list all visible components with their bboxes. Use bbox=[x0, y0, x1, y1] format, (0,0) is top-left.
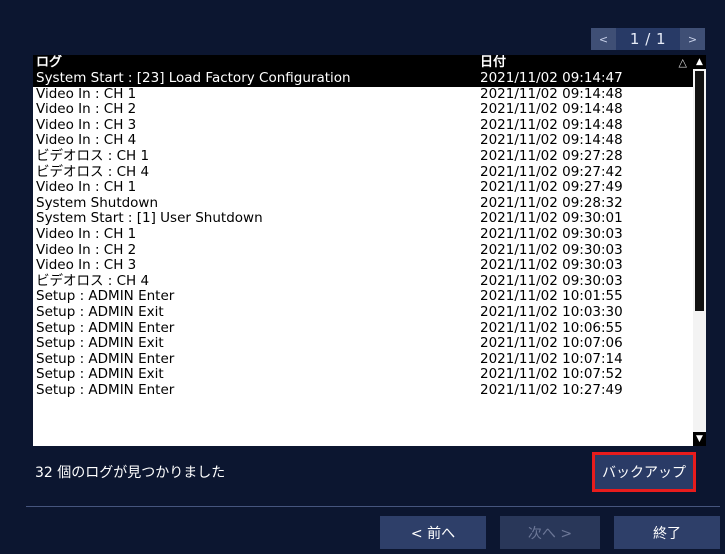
log-event-cell: Video In : CH 1 bbox=[36, 179, 137, 196]
log-date-cell: 2021/11/02 09:30:03 bbox=[480, 225, 623, 242]
log-event-cell: System Start : [1] User Shutdown bbox=[36, 210, 263, 227]
log-event-cell: Setup : ADMIN Exit bbox=[36, 366, 164, 383]
table-row[interactable]: Video In : CH 1 2021/11/02 09:14:48 bbox=[33, 85, 693, 103]
scrollbar[interactable]: ▲ ▼ bbox=[693, 55, 706, 446]
scroll-up-icon[interactable]: ▲ bbox=[693, 55, 706, 69]
log-count-text: 32 個のログが見つかりました bbox=[35, 465, 226, 481]
log-date-cell: 2021/11/02 10:07:06 bbox=[480, 335, 623, 352]
table-row[interactable]: ビデオロス : CH 4 2021/11/02 09:30:03 bbox=[33, 272, 693, 290]
log-table: ログ 日付 △ System Start : [23] Load Factory… bbox=[33, 55, 706, 446]
log-event-cell: System Shutdown bbox=[36, 194, 159, 211]
scrollbar-thumb[interactable] bbox=[695, 71, 704, 311]
table-row[interactable]: ビデオロス : CH 4 2021/11/02 09:27:42 bbox=[33, 163, 693, 181]
table-row[interactable]: Video In : CH 1 2021/11/02 09:30:03 bbox=[33, 225, 693, 243]
log-event-cell: Video In : CH 1 bbox=[36, 225, 137, 242]
log-event-cell: Setup : ADMIN Enter bbox=[36, 381, 175, 398]
log-rows: System Start : [23] Load Factory Configu… bbox=[33, 70, 693, 399]
table-row[interactable]: Video In : CH 4 2021/11/02 09:14:48 bbox=[33, 133, 693, 149]
table-row[interactable]: Setup : ADMIN Enter 2021/11/02 10:01:55 bbox=[33, 289, 693, 305]
page-navigator: < 1 / 1 > bbox=[591, 28, 705, 50]
divider bbox=[26, 506, 720, 507]
table-row[interactable]: Setup : ADMIN Exit 2021/11/02 10:03:30 bbox=[33, 303, 693, 321]
table-row[interactable]: System Shutdown 2021/11/02 09:28:32 bbox=[33, 194, 693, 212]
prev-page-button[interactable]: < bbox=[591, 28, 616, 50]
previous-button[interactable]: < 前へ bbox=[380, 516, 486, 549]
log-date-cell: 2021/11/02 10:03:30 bbox=[480, 303, 623, 320]
log-date-cell: 2021/11/02 09:27:49 bbox=[480, 179, 623, 196]
log-date-cell: 2021/11/02 09:30:03 bbox=[480, 257, 623, 274]
scroll-down-icon[interactable]: ▼ bbox=[693, 432, 706, 446]
table-row[interactable]: Video In : CH 3 2021/11/02 09:30:03 bbox=[33, 258, 693, 274]
log-event-cell: Video In : CH 4 bbox=[36, 132, 137, 149]
column-header-date[interactable]: 日付 bbox=[480, 55, 506, 71]
log-date-cell: 2021/11/02 09:14:48 bbox=[480, 132, 623, 149]
table-row[interactable]: System Start : [1] User Shutdown 2021/11/… bbox=[33, 211, 693, 227]
log-event-cell: Setup : ADMIN Enter bbox=[36, 350, 175, 367]
table-row[interactable]: Video In : CH 2 2021/11/02 09:30:03 bbox=[33, 241, 693, 259]
log-event-cell: Setup : ADMIN Exit bbox=[36, 335, 164, 352]
log-event-cell: Video In : CH 2 bbox=[36, 241, 137, 258]
next-button[interactable]: 次へ > bbox=[500, 516, 600, 549]
log-date-cell: 2021/11/02 09:30:03 bbox=[480, 241, 623, 258]
table-row[interactable]: Setup : ADMIN Enter 2021/11/02 10:07:14 bbox=[33, 350, 693, 368]
log-event-cell: ビデオロス : CH 4 bbox=[36, 163, 150, 180]
exit-button[interactable]: 終了 bbox=[614, 516, 720, 549]
page-indicator: 1 / 1 bbox=[616, 28, 680, 50]
log-event-cell: Video In : CH 1 bbox=[36, 85, 137, 102]
table-row[interactable]: Setup : ADMIN Exit 2021/11/02 10:07:52 bbox=[33, 367, 693, 383]
log-date-cell: 2021/11/02 10:27:49 bbox=[480, 381, 623, 398]
log-event-cell: Video In : CH 3 bbox=[36, 257, 137, 274]
column-header-log[interactable]: ログ bbox=[36, 55, 62, 71]
log-date-cell: 2021/11/02 09:14:48 bbox=[480, 85, 623, 102]
log-event-cell: ビデオロス : CH 1 bbox=[36, 147, 150, 164]
log-date-cell: 2021/11/02 10:07:52 bbox=[480, 366, 623, 383]
table-row[interactable]: Setup : ADMIN Enter 2021/11/02 10:27:49 bbox=[33, 381, 693, 399]
log-date-cell: 2021/11/02 09:27:28 bbox=[480, 147, 623, 164]
log-event-cell: System Start : [23] Load Factory Configu… bbox=[36, 70, 351, 86]
table-row[interactable]: Video In : CH 2 2021/11/02 09:14:48 bbox=[33, 102, 693, 118]
table-row[interactable]: ビデオロス : CH 1 2021/11/02 09:27:28 bbox=[33, 147, 693, 165]
log-date-cell: 2021/11/02 09:14:48 bbox=[480, 116, 623, 133]
next-page-button[interactable]: > bbox=[680, 28, 705, 50]
table-row[interactable]: Video In : CH 3 2021/11/02 09:14:48 bbox=[33, 116, 693, 134]
log-date-cell: 2021/11/02 10:01:55 bbox=[480, 288, 623, 305]
log-date-cell: 2021/11/02 09:14:47 bbox=[480, 70, 623, 86]
log-event-cell: Video In : CH 3 bbox=[36, 116, 137, 133]
log-date-cell: 2021/11/02 09:30:01 bbox=[480, 210, 623, 227]
log-event-cell: Setup : ADMIN Enter bbox=[36, 288, 175, 305]
log-event-cell: ビデオロス : CH 4 bbox=[36, 272, 150, 289]
log-event-cell: Setup : ADMIN Enter bbox=[36, 319, 175, 336]
backup-button[interactable]: バックアップ bbox=[592, 452, 696, 492]
log-date-cell: 2021/11/02 10:06:55 bbox=[480, 319, 623, 336]
log-date-cell: 2021/11/02 09:30:03 bbox=[480, 272, 623, 289]
table-row[interactable]: Setup : ADMIN Exit 2021/11/02 10:07:06 bbox=[33, 335, 693, 352]
table-row[interactable]: Video In : CH 1 2021/11/02 09:27:49 bbox=[33, 180, 693, 196]
log-date-cell: 2021/11/02 09:14:48 bbox=[480, 101, 623, 118]
log-table-header: ログ 日付 △ bbox=[33, 55, 693, 71]
log-date-cell: 2021/11/02 09:28:32 bbox=[480, 194, 623, 211]
log-event-cell: Setup : ADMIN Exit bbox=[36, 303, 164, 320]
log-date-cell: 2021/11/02 10:07:14 bbox=[480, 350, 623, 367]
log-event-cell: Video In : CH 2 bbox=[36, 101, 137, 118]
log-date-cell: 2021/11/02 09:27:42 bbox=[480, 163, 623, 180]
sort-icon[interactable]: △ bbox=[679, 55, 687, 71]
table-row[interactable]: Setup : ADMIN Enter 2021/11/02 10:06:55 bbox=[33, 319, 693, 337]
table-row[interactable]: System Start : [23] Load Factory Configu… bbox=[33, 70, 693, 87]
